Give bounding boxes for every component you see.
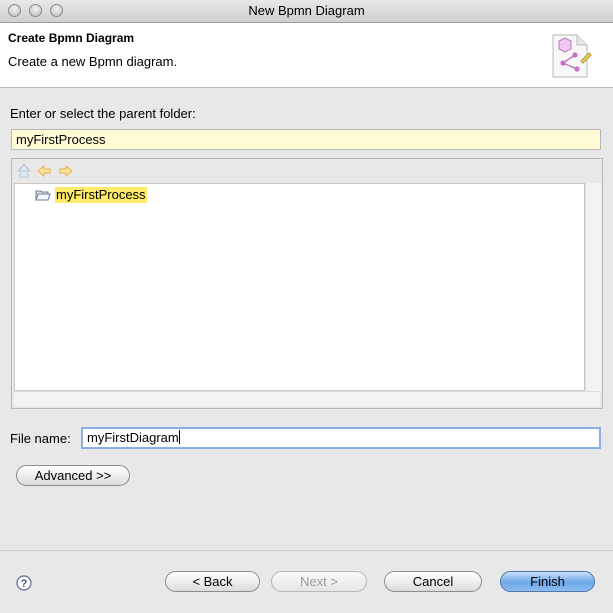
- folder-tree[interactable]: myFirstProcess: [14, 183, 585, 391]
- wizard-banner: Create Bpmn Diagram Create a new Bpmn di…: [0, 23, 613, 88]
- text-cursor: [178, 430, 180, 444]
- tree-horizontal-scrollbar[interactable]: [14, 391, 600, 406]
- forward-arrow-icon[interactable]: [58, 163, 74, 179]
- parent-folder-input[interactable]: myFirstProcess: [11, 129, 601, 150]
- folder-tree-panel: myFirstProcess: [11, 158, 603, 409]
- tree-vertical-scrollbar[interactable]: [585, 183, 601, 391]
- advanced-button[interactable]: Advanced >>: [16, 465, 130, 486]
- home-icon[interactable]: [16, 163, 32, 179]
- back-button[interactable]: < Back: [165, 571, 260, 592]
- next-button[interactable]: Next >: [271, 571, 367, 592]
- zoom-window-button[interactable]: [50, 4, 63, 17]
- window-title: New Bpmn Diagram: [248, 3, 365, 18]
- tree-item-label: myFirstProcess: [55, 187, 147, 203]
- finish-button[interactable]: Finish: [500, 571, 595, 592]
- bpmn-diagram-wizard-icon: [552, 34, 592, 78]
- file-name-input[interactable]: myFirstDiagram: [81, 427, 601, 449]
- close-window-button[interactable]: [8, 4, 21, 17]
- back-arrow-icon[interactable]: [36, 163, 52, 179]
- wizard-title: Create Bpmn Diagram: [8, 31, 135, 45]
- wizard-description: Create a new Bpmn diagram.: [8, 54, 178, 69]
- parent-folder-label: Enter or select the parent folder:: [10, 106, 196, 121]
- minimize-window-button[interactable]: [29, 4, 42, 17]
- open-folder-icon: [35, 190, 51, 201]
- footer-separator: [0, 550, 613, 551]
- cancel-button[interactable]: Cancel: [384, 571, 482, 592]
- file-name-label: File name:: [10, 431, 71, 446]
- file-name-value: myFirstDiagram: [87, 430, 179, 445]
- svg-text:?: ?: [21, 578, 28, 590]
- help-icon[interactable]: ?: [16, 575, 32, 591]
- window-titlebar: New Bpmn Diagram: [0, 0, 613, 23]
